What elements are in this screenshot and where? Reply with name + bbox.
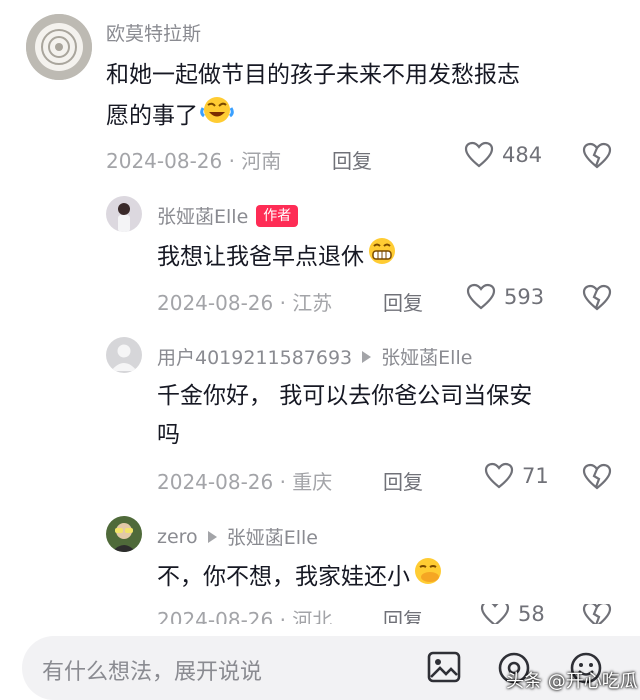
dislike-button[interactable] bbox=[582, 142, 612, 174]
broken-heart-icon bbox=[582, 142, 612, 169]
default-avatar-icon bbox=[106, 337, 142, 373]
comment-date: 2024-08-26 · 重庆 bbox=[157, 470, 333, 494]
comment-date: 2024-08-26 · 河南 bbox=[106, 149, 282, 173]
reply-arrow-icon bbox=[362, 350, 372, 363]
comment-text: 和她一起做节目的孩子未来不用发愁报志 愿的事了 bbox=[106, 56, 616, 138]
comment-date: 2024-08-26 · 江苏 bbox=[157, 291, 333, 315]
comment-input[interactable]: 有什么想法，展开说说 bbox=[42, 654, 262, 686]
broken-heart-icon bbox=[582, 604, 612, 624]
avatar-image bbox=[106, 196, 142, 232]
like-count: 484 bbox=[502, 143, 543, 167]
like-button[interactable]: 593 bbox=[466, 283, 544, 311]
avatar[interactable] bbox=[106, 337, 142, 373]
like-button[interactable]: 71 bbox=[484, 462, 549, 490]
dislike-button[interactable] bbox=[582, 463, 612, 495]
heart-icon bbox=[480, 604, 510, 624]
username[interactable]: zero 张娅菡Elle bbox=[157, 523, 318, 550]
username[interactable]: 欧莫特拉斯 bbox=[106, 19, 201, 46]
reply-button[interactable]: 回复 bbox=[383, 466, 423, 495]
broken-heart-icon bbox=[582, 463, 612, 490]
like-button[interactable]: 58 bbox=[480, 604, 545, 624]
avatar[interactable] bbox=[106, 516, 142, 552]
heart-icon bbox=[484, 462, 514, 489]
author-badge: 作者 bbox=[256, 204, 299, 227]
like-button[interactable]: 484 bbox=[464, 141, 542, 169]
comment-date: 2024-08-26 · 河北 bbox=[157, 608, 333, 624]
broken-heart-icon bbox=[582, 284, 612, 311]
watermark: 头条 @开心吃瓜 bbox=[506, 671, 638, 692]
reply-arrow-icon bbox=[207, 530, 217, 543]
reply-target[interactable]: 张娅菡Elle bbox=[227, 523, 318, 550]
username[interactable]: 张娅菡Elle 作者 bbox=[157, 202, 299, 229]
like-count: 58 bbox=[518, 604, 545, 624]
dislike-button[interactable] bbox=[582, 604, 612, 624]
avatar[interactable] bbox=[26, 14, 92, 80]
comment-text: 不，你不想，我家娃还小 bbox=[157, 556, 617, 599]
avatar[interactable] bbox=[106, 196, 142, 232]
grinning-emoji-icon bbox=[366, 236, 398, 279]
avatar-image bbox=[106, 516, 142, 552]
reply-button[interactable]: 回复 bbox=[332, 145, 372, 174]
reply-target[interactable]: 张娅菡Elle bbox=[381, 343, 472, 370]
heart-icon bbox=[466, 283, 496, 310]
dislike-button[interactable] bbox=[582, 284, 612, 316]
like-count: 71 bbox=[522, 464, 549, 488]
like-count: 593 bbox=[504, 285, 545, 309]
reply-button[interactable]: 回复 bbox=[383, 604, 423, 624]
username[interactable]: 用户4019211587693 张娅菡Elle bbox=[157, 343, 472, 370]
comment-meta-clipped: 2024-08-26 · 河北 回复 58 bbox=[0, 604, 640, 624]
hand-over-mouth-emoji-icon bbox=[412, 556, 444, 599]
comment-text: 我想让我爸早点退休 bbox=[157, 236, 617, 279]
comment-text: 千金你好， 我可以去你爸公司当保安 吗 bbox=[157, 383, 533, 448]
reply-button[interactable]: 回复 bbox=[383, 287, 423, 316]
laughing-crying-emoji-icon bbox=[200, 95, 234, 138]
avatar-image bbox=[26, 14, 92, 80]
heart-icon bbox=[464, 141, 494, 168]
image-icon[interactable] bbox=[426, 650, 462, 688]
